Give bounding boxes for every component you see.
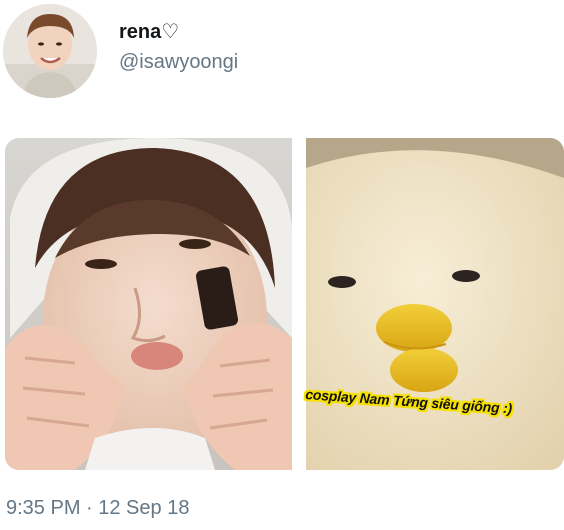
duck-plush-photo: [306, 138, 564, 470]
tweet-timestamp[interactable]: 9:35 PM · 12 Sep 18: [6, 497, 189, 520]
media-image-left[interactable]: [5, 138, 292, 470]
tweet-card: rena♡ @isawyoongi cosplay Nam Tứng siêu …: [0, 0, 564, 530]
display-name-text: rena: [119, 21, 162, 43]
display-name[interactable]: rena♡: [119, 19, 179, 44]
profile-avatar[interactable]: [3, 4, 97, 98]
person-face-photo: [5, 138, 292, 470]
avatar-photo: [3, 4, 97, 98]
user-handle[interactable]: @isawyoongi: [119, 51, 238, 74]
heart-icon: ♡: [161, 19, 180, 43]
media-image-right[interactable]: [306, 138, 564, 470]
